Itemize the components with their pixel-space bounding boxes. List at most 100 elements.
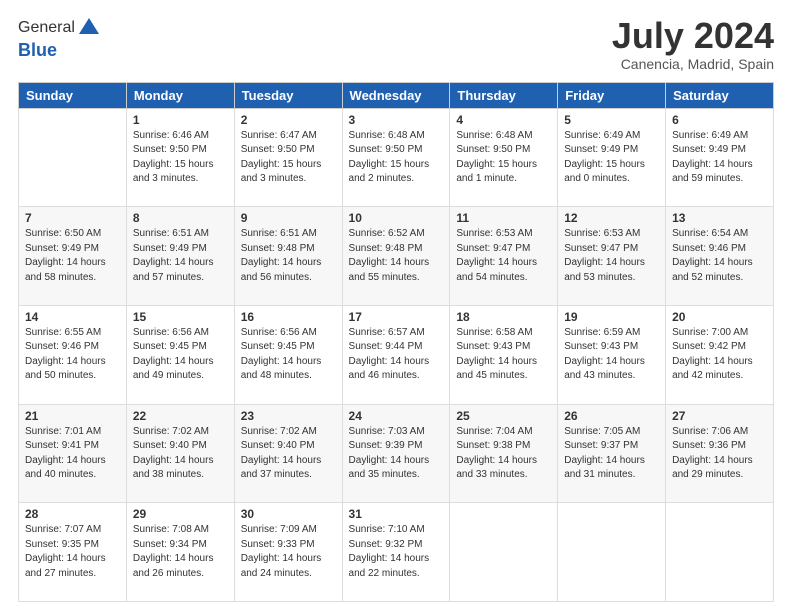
calendar-cell: 25 Sunrise: 7:04 AM Sunset: 9:38 PM Dayl… <box>450 404 558 503</box>
sunrise-text: Sunrise: 7:08 AM <box>133 524 209 535</box>
sunrise-text: Sunrise: 6:48 AM <box>349 130 425 141</box>
day-number: 29 <box>133 507 228 521</box>
day-number: 9 <box>241 211 336 225</box>
day-number: 4 <box>456 113 551 127</box>
sunset-text: Sunset: 9:45 PM <box>241 341 315 352</box>
day-info: Sunrise: 7:10 AM Sunset: 9:32 PM Dayligh… <box>349 523 444 581</box>
calendar-cell: 28 Sunrise: 7:07 AM Sunset: 9:35 PM Dayl… <box>19 503 127 602</box>
sunset-text: Sunset: 9:49 PM <box>25 243 99 254</box>
calendar-cell: 31 Sunrise: 7:10 AM Sunset: 9:32 PM Dayl… <box>342 503 450 602</box>
day-number: 5 <box>564 113 659 127</box>
logo-icon <box>77 16 101 40</box>
month-title: July 2024 <box>612 16 774 56</box>
day-info: Sunrise: 6:50 AM Sunset: 9:49 PM Dayligh… <box>25 227 120 285</box>
logo-blue-text: Blue <box>18 40 101 61</box>
weekday-header-saturday: Saturday <box>666 82 774 108</box>
sunset-text: Sunset: 9:46 PM <box>672 243 746 254</box>
sunset-text: Sunset: 9:50 PM <box>349 144 423 155</box>
sunset-text: Sunset: 9:36 PM <box>672 440 746 451</box>
sunset-text: Sunset: 9:41 PM <box>25 440 99 451</box>
day-info: Sunrise: 7:01 AM Sunset: 9:41 PM Dayligh… <box>25 425 120 483</box>
day-number: 6 <box>672 113 767 127</box>
calendar-cell: 16 Sunrise: 6:56 AM Sunset: 9:45 PM Dayl… <box>234 305 342 404</box>
sunset-text: Sunset: 9:40 PM <box>241 440 315 451</box>
day-info: Sunrise: 6:51 AM Sunset: 9:48 PM Dayligh… <box>241 227 336 285</box>
day-number: 23 <box>241 409 336 423</box>
sunrise-text: Sunrise: 6:59 AM <box>564 327 640 338</box>
daylight-text: Daylight: 14 hours and 31 minutes. <box>564 455 645 481</box>
calendar-cell: 14 Sunrise: 6:55 AM Sunset: 9:46 PM Dayl… <box>19 305 127 404</box>
daylight-text: Daylight: 14 hours and 29 minutes. <box>672 455 753 481</box>
daylight-text: Daylight: 14 hours and 49 minutes. <box>133 356 214 382</box>
calendar-cell: 29 Sunrise: 7:08 AM Sunset: 9:34 PM Dayl… <box>126 503 234 602</box>
day-info: Sunrise: 6:48 AM Sunset: 9:50 PM Dayligh… <box>456 129 551 187</box>
sunrise-text: Sunrise: 6:47 AM <box>241 130 317 141</box>
sunset-text: Sunset: 9:33 PM <box>241 539 315 550</box>
day-number: 22 <box>133 409 228 423</box>
calendar-cell: 30 Sunrise: 7:09 AM Sunset: 9:33 PM Dayl… <box>234 503 342 602</box>
week-row-3: 21 Sunrise: 7:01 AM Sunset: 9:41 PM Dayl… <box>19 404 774 503</box>
day-number: 21 <box>25 409 120 423</box>
day-info: Sunrise: 6:49 AM Sunset: 9:49 PM Dayligh… <box>564 129 659 187</box>
day-info: Sunrise: 6:56 AM Sunset: 9:45 PM Dayligh… <box>133 326 228 384</box>
day-number: 8 <box>133 211 228 225</box>
week-row-2: 14 Sunrise: 6:55 AM Sunset: 9:46 PM Dayl… <box>19 305 774 404</box>
day-info: Sunrise: 7:02 AM Sunset: 9:40 PM Dayligh… <box>133 425 228 483</box>
sunrise-text: Sunrise: 6:57 AM <box>349 327 425 338</box>
day-info: Sunrise: 6:56 AM Sunset: 9:45 PM Dayligh… <box>241 326 336 384</box>
calendar-cell: 10 Sunrise: 6:52 AM Sunset: 9:48 PM Dayl… <box>342 207 450 306</box>
sunrise-text: Sunrise: 6:52 AM <box>349 228 425 239</box>
day-info: Sunrise: 6:53 AM Sunset: 9:47 PM Dayligh… <box>456 227 551 285</box>
daylight-text: Daylight: 14 hours and 57 minutes. <box>133 257 214 283</box>
calendar-cell: 18 Sunrise: 6:58 AM Sunset: 9:43 PM Dayl… <box>450 305 558 404</box>
day-number: 31 <box>349 507 444 521</box>
day-info: Sunrise: 6:55 AM Sunset: 9:46 PM Dayligh… <box>25 326 120 384</box>
day-number: 30 <box>241 507 336 521</box>
day-info: Sunrise: 7:05 AM Sunset: 9:37 PM Dayligh… <box>564 425 659 483</box>
day-info: Sunrise: 7:08 AM Sunset: 9:34 PM Dayligh… <box>133 523 228 581</box>
daylight-text: Daylight: 14 hours and 52 minutes. <box>672 257 753 283</box>
calendar-cell: 23 Sunrise: 7:02 AM Sunset: 9:40 PM Dayl… <box>234 404 342 503</box>
day-number: 20 <box>672 310 767 324</box>
day-number: 27 <box>672 409 767 423</box>
calendar-cell: 6 Sunrise: 6:49 AM Sunset: 9:49 PM Dayli… <box>666 108 774 207</box>
daylight-text: Daylight: 14 hours and 40 minutes. <box>25 455 106 481</box>
calendar-cell: 7 Sunrise: 6:50 AM Sunset: 9:49 PM Dayli… <box>19 207 127 306</box>
sunset-text: Sunset: 9:47 PM <box>456 243 530 254</box>
sunrise-text: Sunrise: 6:53 AM <box>456 228 532 239</box>
calendar-table: SundayMondayTuesdayWednesdayThursdayFrid… <box>18 82 774 602</box>
daylight-text: Daylight: 15 hours and 0 minutes. <box>564 159 645 185</box>
day-number: 17 <box>349 310 444 324</box>
daylight-text: Daylight: 14 hours and 56 minutes. <box>241 257 322 283</box>
weekday-header-sunday: Sunday <box>19 82 127 108</box>
daylight-text: Daylight: 14 hours and 27 minutes. <box>25 553 106 579</box>
daylight-text: Daylight: 14 hours and 48 minutes. <box>241 356 322 382</box>
daylight-text: Daylight: 14 hours and 43 minutes. <box>564 356 645 382</box>
daylight-text: Daylight: 15 hours and 3 minutes. <box>133 159 214 185</box>
sunset-text: Sunset: 9:37 PM <box>564 440 638 451</box>
sunrise-text: Sunrise: 7:03 AM <box>349 426 425 437</box>
day-info: Sunrise: 6:46 AM Sunset: 9:50 PM Dayligh… <box>133 129 228 187</box>
daylight-text: Daylight: 14 hours and 53 minutes. <box>564 257 645 283</box>
day-info: Sunrise: 7:02 AM Sunset: 9:40 PM Dayligh… <box>241 425 336 483</box>
weekday-header-row: SundayMondayTuesdayWednesdayThursdayFrid… <box>19 82 774 108</box>
calendar-cell: 19 Sunrise: 6:59 AM Sunset: 9:43 PM Dayl… <box>558 305 666 404</box>
weekday-header-friday: Friday <box>558 82 666 108</box>
sunrise-text: Sunrise: 7:06 AM <box>672 426 748 437</box>
day-number: 14 <box>25 310 120 324</box>
sunrise-text: Sunrise: 6:54 AM <box>672 228 748 239</box>
day-number: 16 <box>241 310 336 324</box>
daylight-text: Daylight: 15 hours and 1 minute. <box>456 159 537 185</box>
sunrise-text: Sunrise: 7:02 AM <box>241 426 317 437</box>
calendar-cell <box>558 503 666 602</box>
sunrise-text: Sunrise: 7:10 AM <box>349 524 425 535</box>
day-info: Sunrise: 6:54 AM Sunset: 9:46 PM Dayligh… <box>672 227 767 285</box>
day-number: 1 <box>133 113 228 127</box>
calendar-cell: 1 Sunrise: 6:46 AM Sunset: 9:50 PM Dayli… <box>126 108 234 207</box>
sunrise-text: Sunrise: 6:55 AM <box>25 327 101 338</box>
calendar-cell: 13 Sunrise: 6:54 AM Sunset: 9:46 PM Dayl… <box>666 207 774 306</box>
daylight-text: Daylight: 14 hours and 33 minutes. <box>456 455 537 481</box>
day-number: 28 <box>25 507 120 521</box>
weekday-header-thursday: Thursday <box>450 82 558 108</box>
daylight-text: Daylight: 14 hours and 24 minutes. <box>241 553 322 579</box>
